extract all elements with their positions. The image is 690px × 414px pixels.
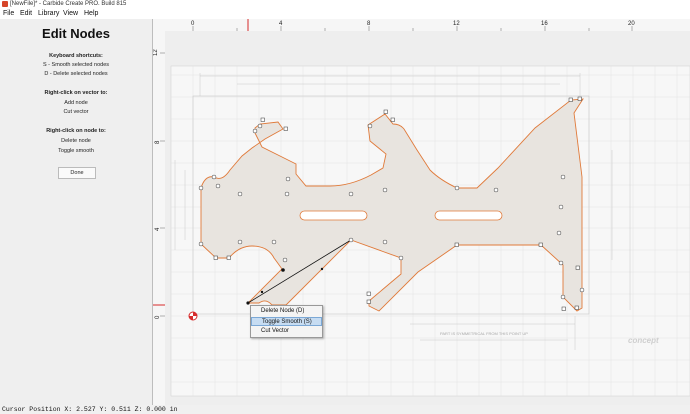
node[interactable] xyxy=(213,255,218,260)
edit-nodes-panel: Edit Nodes Keyboard shortcuts: S - Smoot… xyxy=(0,19,153,405)
node[interactable] xyxy=(382,239,388,245)
node[interactable] xyxy=(390,117,395,122)
node[interactable] xyxy=(226,255,231,260)
node[interactable] xyxy=(285,176,291,182)
cursor-position: Cursor Position X: 2.527 Y: 0.511 Z: 0.0… xyxy=(2,406,178,413)
node[interactable] xyxy=(257,123,263,129)
menu-library[interactable]: Library xyxy=(38,9,59,19)
menu-help[interactable]: Help xyxy=(84,9,98,19)
node[interactable] xyxy=(211,174,217,180)
node[interactable] xyxy=(575,265,580,270)
node[interactable] xyxy=(493,187,499,193)
node[interactable] xyxy=(454,242,459,247)
done-button[interactable]: Done xyxy=(58,167,96,179)
node[interactable] xyxy=(198,241,204,247)
node[interactable] xyxy=(215,183,221,189)
vector-cut: Cut vector xyxy=(63,109,89,115)
node[interactable] xyxy=(366,299,371,304)
node[interactable] xyxy=(348,191,354,197)
shortcuts-heading: Keyboard shortcuts: xyxy=(49,53,103,59)
ruler-x-label-12: 12 xyxy=(453,21,460,27)
node[interactable] xyxy=(237,191,243,197)
node[interactable] xyxy=(556,230,562,236)
context-delete-node[interactable]: Delete Node (D) xyxy=(251,307,322,316)
node[interactable] xyxy=(568,97,573,102)
vector-add-node: Add node xyxy=(64,100,88,106)
node[interactable] xyxy=(383,109,388,114)
node[interactable] xyxy=(382,187,388,193)
node-smooth[interactable] xyxy=(281,268,285,272)
node[interactable] xyxy=(454,185,460,191)
slot-right[interactable] xyxy=(434,210,503,221)
context-toggle-smooth[interactable]: Toggle Smooth (S) xyxy=(251,317,322,326)
horizontal-ruler xyxy=(153,19,690,31)
ruler-x-label-20: 20 xyxy=(628,21,635,27)
node-delete: Delete node xyxy=(61,138,91,144)
context-cut-vector[interactable]: Cut Vector xyxy=(251,327,322,336)
ruler-y-label-12: 12 xyxy=(153,49,159,56)
node-handle[interactable] xyxy=(260,290,264,294)
status-bar: Cursor Position X: 2.527 Y: 0.511 Z: 0.0… xyxy=(0,405,690,414)
shortcut-delete: D - Delete selected nodes xyxy=(44,71,108,77)
node[interactable] xyxy=(367,123,373,129)
ruler-x-label-16: 16 xyxy=(541,21,548,27)
node-toggle-smooth: Toggle smooth xyxy=(58,148,94,154)
panel-title: Edit Nodes xyxy=(42,26,110,41)
node[interactable] xyxy=(558,260,564,266)
node[interactable] xyxy=(558,204,564,210)
menu-view[interactable]: View xyxy=(63,9,78,19)
node[interactable] xyxy=(282,257,288,263)
node[interactable] xyxy=(577,96,582,101)
vertical-ruler xyxy=(153,19,165,405)
slot-left[interactable] xyxy=(299,210,368,221)
menu-edit[interactable]: Edit xyxy=(20,9,32,19)
node[interactable] xyxy=(260,117,265,122)
node[interactable] xyxy=(538,242,543,247)
node[interactable] xyxy=(560,294,566,300)
node[interactable] xyxy=(574,305,579,310)
design-canvas[interactable]: 0 4 8 12 16 20 12 8 4 0 PART IS SYMMETRI… xyxy=(153,19,690,405)
node[interactable] xyxy=(283,126,288,131)
node[interactable] xyxy=(366,291,371,296)
title-bar: [NewFile]* - Carbide Create PRO. Build 8… xyxy=(0,0,690,9)
vector-heading: Right-click on vector to: xyxy=(44,90,108,96)
symmetric-note: PART IS SYMMETRICAL FROM THIS POINT UP xyxy=(440,331,528,336)
shortcut-smooth: S - Smooth selected nodes xyxy=(42,62,110,68)
node[interactable] xyxy=(252,128,258,134)
node[interactable] xyxy=(561,306,566,311)
node[interactable] xyxy=(284,191,290,197)
node-handle[interactable] xyxy=(320,267,324,271)
menu-file[interactable]: File xyxy=(3,9,14,19)
context-menu: Delete Node (D) Toggle Smooth (S) Cut Ve… xyxy=(250,305,323,338)
node-heading: Right-click on node to: xyxy=(46,128,106,134)
app-icon xyxy=(2,1,8,7)
node[interactable] xyxy=(560,174,566,180)
canvas-svg: 0 4 8 12 16 20 12 8 4 0 PART IS SYMMETRI… xyxy=(153,19,690,405)
node[interactable] xyxy=(237,239,243,245)
node[interactable] xyxy=(271,239,277,245)
node[interactable] xyxy=(579,287,585,293)
node[interactable] xyxy=(198,185,204,191)
concept-logo: concept xyxy=(628,336,659,345)
node[interactable] xyxy=(398,255,404,261)
node[interactable] xyxy=(348,237,354,243)
menu-bar: File Edit Library View Help xyxy=(0,9,690,19)
window-title: [NewFile]* - Carbide Create PRO. Build 8… xyxy=(10,1,127,7)
